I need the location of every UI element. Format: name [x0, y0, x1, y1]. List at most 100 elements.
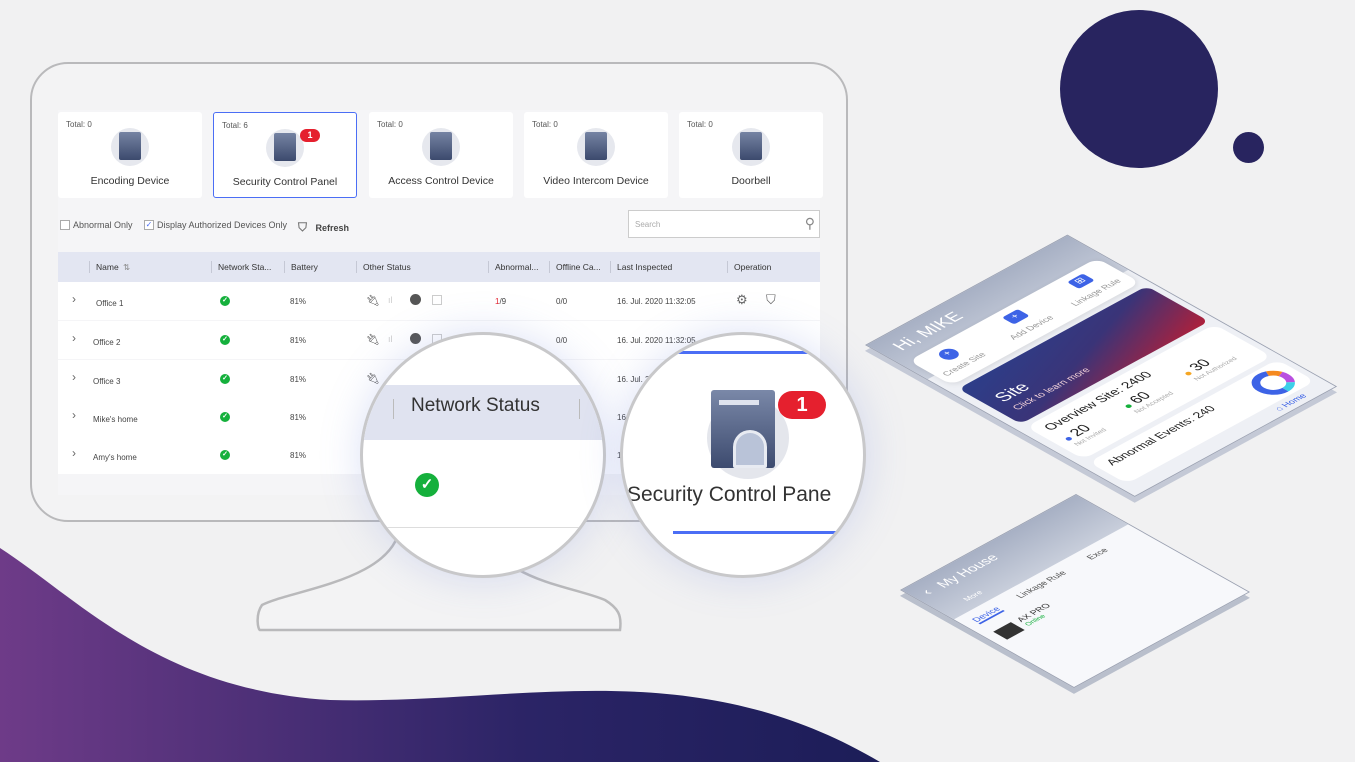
expand-chevron-icon[interactable]: › — [72, 370, 76, 384]
card-label: Access Control Device — [388, 175, 494, 187]
device-type-card[interactable]: Total: 0 Doorbell — [679, 112, 823, 198]
card-total: Total: 6 — [222, 121, 248, 130]
column-divider — [284, 261, 285, 273]
video-intercom-icon — [577, 128, 615, 166]
tab-device[interactable]: Device — [969, 605, 1005, 625]
online-check-icon: ✓ — [220, 412, 230, 422]
magnifier-security-panel: 1 Security Control Pane — [620, 332, 866, 578]
card-label: Security Control Panel — [232, 176, 338, 188]
ax-pro-device-icon — [993, 622, 1025, 640]
create-site-icon[interactable]: + — [934, 346, 963, 362]
expand-chevron-icon[interactable]: › — [72, 446, 76, 460]
table-row[interactable]: › Office 1 ✓ 81% 🔌︎ ıl 1/9 0/0 16. Jul. 2… — [58, 282, 820, 320]
column-divider — [610, 261, 611, 273]
column-divider — [549, 261, 550, 273]
last-inspected: 16. Jul. 2020 11:32:05 — [617, 336, 696, 345]
device-type-card[interactable]: Total: 6 1 Security Control Panel — [213, 112, 357, 198]
card-label: Video Intercom Device — [543, 175, 649, 187]
doorbell-icon — [732, 128, 770, 166]
status-dot — [1184, 371, 1193, 376]
card-total: Total: 0 — [532, 120, 558, 129]
security-panel-label: Security Control Pane — [627, 483, 832, 506]
column-header[interactable]: Name — [96, 262, 119, 272]
alarm-badge: 1 — [778, 391, 826, 419]
expand-chevron-icon[interactable]: › — [72, 408, 76, 422]
status-dot — [1124, 403, 1134, 409]
online-check-icon: ✓ — [220, 374, 230, 384]
column-divider — [727, 261, 728, 273]
security-panel-icon — [266, 129, 304, 167]
column-header[interactable]: Operation — [734, 262, 771, 272]
checkbox-box[interactable] — [60, 220, 70, 230]
checkbox-box[interactable]: ✓ — [144, 220, 154, 230]
back-button[interactable]: ‹ — [918, 587, 937, 598]
magnifier-network-status: Network Status ✓ — [360, 332, 606, 578]
column-divider — [89, 261, 90, 273]
search-icon[interactable]: ⚲ — [805, 215, 815, 232]
device-type-card[interactable]: Total: 0 Access Control Device — [369, 112, 513, 198]
settings-gear-icon[interactable]: ⚙ — [736, 292, 748, 308]
column-divider — [356, 261, 357, 273]
column-header[interactable]: Last Inspected — [617, 262, 672, 272]
online-check-icon: ✓ — [220, 450, 230, 460]
device-name: Office 1 — [96, 299, 124, 308]
signal-icon: ıl — [388, 295, 393, 305]
column-header[interactable]: Offline Ca... — [556, 262, 601, 272]
security-panel-icon — [711, 390, 775, 468]
expand-chevron-icon[interactable]: › — [72, 292, 76, 306]
expand-chevron-icon[interactable]: › — [72, 331, 76, 345]
more-button[interactable]: More — [961, 589, 985, 602]
wifi-icon — [410, 294, 421, 305]
card-total: Total: 0 — [66, 120, 92, 129]
overview-stat[interactable]: 30 Not Authorized — [1177, 348, 1239, 382]
online-check-icon: ✓ — [220, 296, 230, 306]
online-check-icon: ✓ — [415, 473, 439, 497]
battery: 81% — [290, 297, 307, 306]
abnormal-only-checkbox[interactable]: Abnormal Only — [60, 220, 133, 230]
device-name: Office 3 — [93, 377, 121, 386]
device-name: Amy's home — [93, 453, 137, 462]
shield-refresh-icon: ⛉ — [298, 220, 308, 234]
online-check-icon: ✓ — [220, 335, 230, 345]
card-label: Encoding Device — [90, 175, 170, 187]
add-device-icon[interactable]: + — [1001, 309, 1030, 325]
column-header[interactable]: Network Sta... — [218, 262, 271, 272]
column-header[interactable]: Battery — [291, 262, 318, 272]
refresh-label: Refresh — [315, 222, 350, 233]
sort-icon[interactable]: ⇅ — [123, 262, 130, 273]
device-name: Office 2 — [93, 338, 121, 347]
battery: 81% — [290, 413, 307, 422]
abnormal-total: /9 — [499, 297, 507, 306]
power-plug-icon: 🔌︎ — [366, 373, 380, 385]
device-type-card[interactable]: Total: 0 Video Intercom Device — [524, 112, 668, 198]
device-name: Mike's home — [93, 415, 138, 424]
checkbox-label: Display Authorized Devices Only — [157, 220, 288, 230]
column-header[interactable]: Other Status — [363, 262, 411, 272]
refresh-button[interactable]: ⛉ Refresh — [298, 220, 349, 235]
search-placeholder: Search — [635, 220, 661, 229]
column-divider — [211, 261, 212, 273]
linkage-rule-icon[interactable]: ⊞ — [1066, 273, 1095, 289]
column-divider — [488, 261, 489, 273]
column-header[interactable]: Abnormal... — [495, 262, 538, 272]
decor-circle-large — [1060, 10, 1218, 168]
signal-icon: ıl — [388, 334, 393, 344]
offline-count: 0/0 — [556, 336, 568, 345]
device-type-card[interactable]: Total: 0 Encoding Device — [58, 112, 202, 198]
offline-count: 0/0 — [556, 297, 568, 306]
battery: 81% — [290, 336, 307, 345]
decor-circle-small — [1233, 132, 1264, 163]
sim-icon — [432, 295, 442, 305]
search-input[interactable]: Search ⚲ — [628, 210, 820, 238]
authorized-only-checkbox[interactable]: ✓ Display Authorized Devices Only — [144, 220, 287, 230]
alarm-badge: 1 — [300, 129, 320, 142]
abnormal-count: 1/9 — [495, 297, 506, 306]
tab-exception[interactable]: Exce — [1084, 547, 1110, 562]
last-inspected: 16. Jul. 2020 11:32:05 — [617, 297, 696, 306]
access-control-icon — [422, 128, 460, 166]
table-header: Name Network Sta... Battery Other Status Abn… — [58, 252, 820, 282]
checkbox-label: Abnormal Only — [73, 220, 133, 230]
power-plug-icon: 🔌︎ — [366, 334, 380, 346]
shield-icon[interactable]: ⛉ — [766, 292, 776, 308]
power-plug-icon: 🔌︎ — [366, 295, 380, 307]
